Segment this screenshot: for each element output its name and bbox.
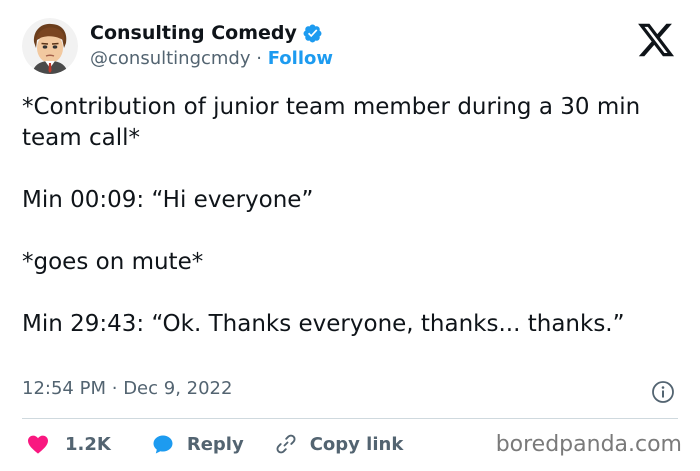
separator: · — [256, 48, 262, 69]
tweet-paragraph: *goes on mute* — [22, 249, 204, 275]
timestamp-row[interactable]: 12:54 PM · Dec 9, 2022 — [22, 378, 232, 399]
like-count: 1.2K — [65, 433, 111, 455]
heart-icon — [28, 435, 48, 454]
reply-bubble-icon — [153, 435, 173, 454]
like-button[interactable]: 1.2K — [26, 432, 111, 456]
follow-button[interactable]: Follow — [268, 48, 333, 69]
info-icon[interactable] — [651, 380, 675, 404]
tweet-paragraph: Min 00:09: “Hi everyone” — [22, 187, 314, 213]
copy-link-button[interactable]: Copy link — [274, 432, 404, 456]
handle[interactable]: @consultingcmdy — [90, 48, 251, 69]
action-bar: 1.2K Reply Copy link — [22, 430, 403, 458]
tweet-text: *Contribution of junior team member duri… — [22, 92, 672, 340]
verified-badge-icon — [303, 24, 322, 42]
divider — [22, 418, 678, 419]
tweet-time[interactable]: 12:54 PM — [22, 378, 106, 399]
reply-button[interactable]: Reply — [151, 432, 244, 456]
reply-label: Reply — [186, 433, 244, 455]
display-name-row[interactable]: Consulting Comedy — [90, 22, 323, 44]
tweet-paragraph: Min 29:43: “Ok. Thanks everyone, thanks.… — [22, 311, 625, 337]
avatar[interactable] — [22, 18, 78, 74]
tweet-date[interactable]: Dec 9, 2022 — [123, 378, 232, 399]
x-logo-icon[interactable] — [634, 20, 678, 60]
separator: · — [111, 378, 118, 399]
copy-link-label: Copy link — [309, 433, 404, 455]
handle-row: @consultingcmdy · Follow — [90, 48, 333, 69]
display-name[interactable]: Consulting Comedy — [90, 22, 297, 44]
tweet-paragraph: *Contribution of junior team member duri… — [22, 94, 641, 151]
watermark: boredpanda.com — [495, 432, 682, 457]
link-icon — [276, 434, 296, 454]
